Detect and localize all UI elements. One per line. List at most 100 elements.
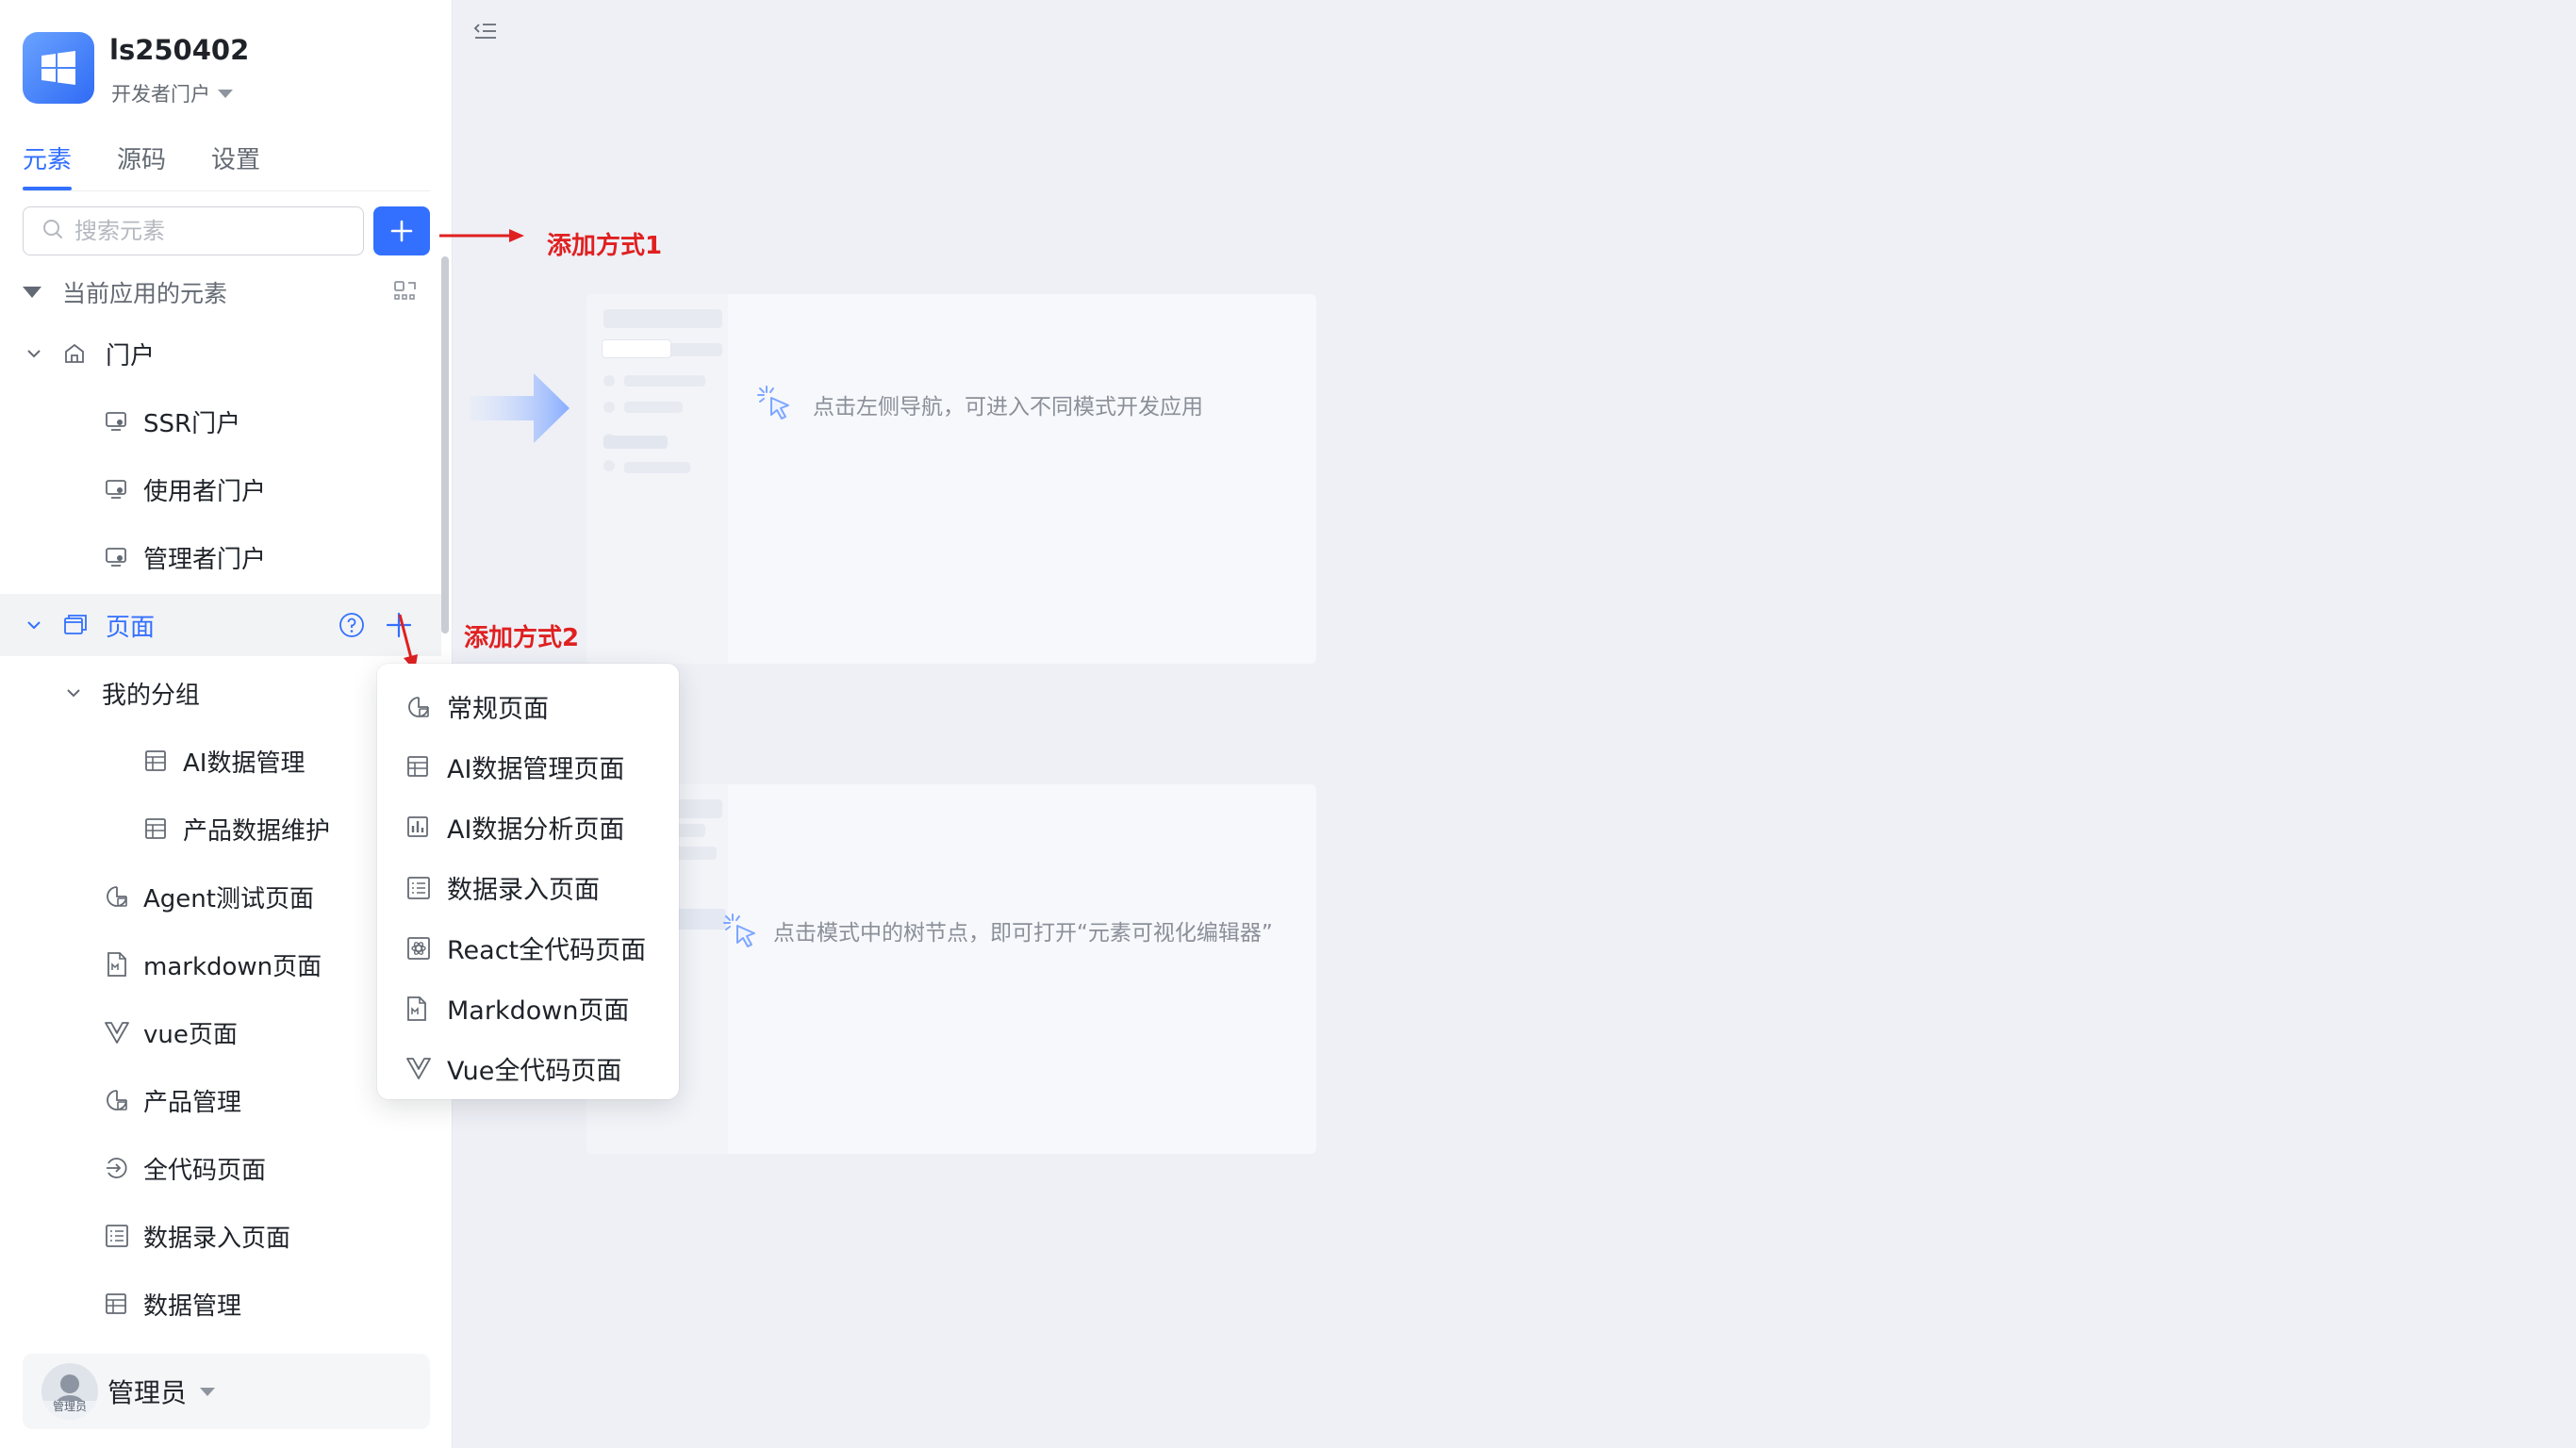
tree-node-label: 管理者门户	[143, 545, 267, 574]
click-pointer-icon	[720, 911, 762, 956]
caret-down-icon	[218, 89, 233, 98]
tree-node-label: 我的分组	[102, 681, 201, 710]
tree-node-label: AI数据管理	[183, 749, 305, 778]
plus-icon	[390, 220, 413, 242]
table-icon	[143, 816, 168, 841]
sidebar-scrollbar[interactable]	[441, 256, 449, 634]
annotation-arrow-1	[439, 229, 524, 242]
menu-item-label: AI数据分析页面	[447, 815, 625, 845]
user-name: 管理员	[107, 1377, 188, 1408]
tree-node-agent-test-page[interactable]: Agent测试页面	[0, 865, 441, 928]
vue-icon	[104, 1020, 130, 1045]
locate-element-icon[interactable]	[392, 279, 419, 309]
annotation-method-1: 添加方式1	[547, 232, 663, 260]
nav-hint-card: 点击左侧导航，可进入不同模式开发应用	[586, 294, 1316, 664]
tree-node-markdown-page[interactable]: markdown页面	[0, 933, 441, 996]
chevron-down-icon[interactable]	[25, 616, 43, 634]
chevron-down-icon[interactable]	[25, 344, 43, 363]
tree-node-label: 使用者门户	[143, 477, 267, 506]
search-icon	[42, 219, 63, 243]
user-menu[interactable]: 管理员 管理员	[23, 1354, 430, 1429]
tree-node-label: 产品管理	[143, 1088, 242, 1117]
chevron-down-icon[interactable]	[64, 683, 83, 702]
markdown-file-icon	[405, 996, 428, 1026]
section-header[interactable]: 当前应用的元素	[23, 273, 419, 311]
chart-page-icon	[405, 694, 432, 724]
tree-node-vue-page[interactable]: vue页面	[0, 1001, 441, 1063]
section-title: 当前应用的元素	[62, 280, 228, 307]
portal-switcher[interactable]: 开发者门户	[111, 79, 233, 107]
app-logo-icon	[23, 32, 94, 104]
menu-item-label: Vue全代码页面	[447, 1057, 622, 1086]
form-list-icon	[405, 875, 432, 905]
tree-hint-card: 点击模式中的树节点，即可打开“元素可视化编辑器”	[586, 784, 1316, 1154]
vue-icon	[405, 1056, 432, 1084]
tree-node-full-code-page[interactable]: 全代码页面	[0, 1137, 441, 1199]
tree-node-data-manage[interactable]: 数据管理	[0, 1273, 441, 1335]
tree-node-pages-group[interactable]: 页面	[0, 594, 441, 656]
react-code-icon	[405, 935, 432, 965]
tree-node-product-manage[interactable]: 产品管理	[0, 1069, 441, 1131]
app-name: ls250402	[109, 34, 250, 66]
tab-source[interactable]: 源码	[117, 141, 166, 190]
menu-item-react-code-page[interactable]: React全代码页面	[377, 916, 679, 975]
menu-item-label: 数据录入页面	[447, 876, 600, 905]
tree-node-user-portal[interactable]: 使用者门户	[0, 458, 441, 520]
tree-node-label: markdown页面	[143, 952, 322, 981]
sidebar-tabs: 元素 源码 设置	[23, 141, 260, 190]
tree-node-label: 产品数据维护	[183, 816, 331, 846]
bar-chart-icon	[405, 814, 430, 843]
tree-node-portal-group[interactable]: 门户	[0, 322, 441, 385]
tree-node-ssr-portal[interactable]: SSR门户	[0, 390, 441, 452]
tree-node-product-data[interactable]: 产品数据维护	[0, 798, 441, 860]
tree-node-data-entry-page[interactable]: 数据录入页面	[0, 1205, 441, 1267]
search-input[interactable]	[74, 218, 339, 244]
menu-item-data-entry-page[interactable]: 数据录入页面	[377, 856, 679, 914]
add-element-button[interactable]	[373, 206, 430, 255]
menu-item-label: AI数据管理页面	[447, 755, 625, 784]
add-page-dropdown: 常规页面 AI数据管理页面 AI数据分析页面 数据录入页面 React全代码页面	[377, 664, 679, 1099]
home-icon	[62, 341, 87, 366]
menu-item-regular-page[interactable]: 常规页面	[377, 675, 679, 733]
tree-node-label: Agent测试页面	[143, 884, 314, 913]
tree-node-ai-data-manage[interactable]: AI数据管理	[0, 730, 441, 792]
caret-down-icon	[200, 1388, 215, 1396]
menu-item-label: Markdown页面	[447, 996, 630, 1026]
tree-node-admin-portal[interactable]: 管理者门户	[0, 526, 441, 588]
menu-item-ai-data-manage-page[interactable]: AI数据管理页面	[377, 735, 679, 794]
chart-page-icon	[104, 883, 130, 910]
tab-settings[interactable]: 设置	[211, 141, 260, 190]
tree-hint-text: 点击模式中的树节点，即可打开“元素可视化编辑器”	[773, 921, 1273, 946]
annotation-method-2: 添加方式2	[464, 624, 580, 652]
menu-item-label: 常规页面	[447, 695, 549, 724]
tree-node-label: SSR门户	[143, 409, 241, 438]
tree-node-label: 页面	[106, 613, 156, 642]
app-root: ls250402 开发者门户 元素 源码 设置 当前应用的元素	[0, 0, 2576, 1448]
avatar-label: 管理员	[52, 1400, 87, 1413]
menu-item-ai-data-analysis-page[interactable]: AI数据分析页面	[377, 796, 679, 854]
pages-icon	[62, 613, 89, 637]
tree-node-label: 数据录入页面	[143, 1224, 291, 1253]
menu-item-label: React全代码页面	[447, 936, 647, 965]
tree-node-label: vue页面	[143, 1020, 238, 1049]
tabs-divider	[23, 190, 430, 191]
monitor-icon	[104, 409, 128, 434]
guide-arrow-icon	[470, 373, 570, 443]
table-icon	[405, 754, 430, 782]
avatar: 管理员	[41, 1363, 98, 1420]
monitor-icon	[104, 477, 128, 502]
collapse-sidebar-icon[interactable]	[471, 19, 500, 47]
search-box	[23, 206, 364, 255]
menu-item-vue-code-page[interactable]: Vue全代码页面	[377, 1037, 679, 1095]
tab-elements[interactable]: 元素	[23, 141, 73, 190]
tree-node-my-group[interactable]: 我的分组	[0, 662, 441, 724]
code-arrow-icon	[104, 1155, 130, 1181]
table-icon	[143, 749, 168, 773]
nav-hint-text: 点击左侧导航，可进入不同模式开发应用	[813, 395, 1203, 420]
chart-page-icon	[104, 1087, 130, 1113]
portal-label: 开发者门户	[111, 83, 210, 106]
collapse-triangle-icon	[23, 287, 41, 298]
help-icon[interactable]	[338, 611, 366, 639]
click-pointer-icon	[754, 383, 796, 428]
menu-item-markdown-page[interactable]: Markdown页面	[377, 977, 679, 1035]
